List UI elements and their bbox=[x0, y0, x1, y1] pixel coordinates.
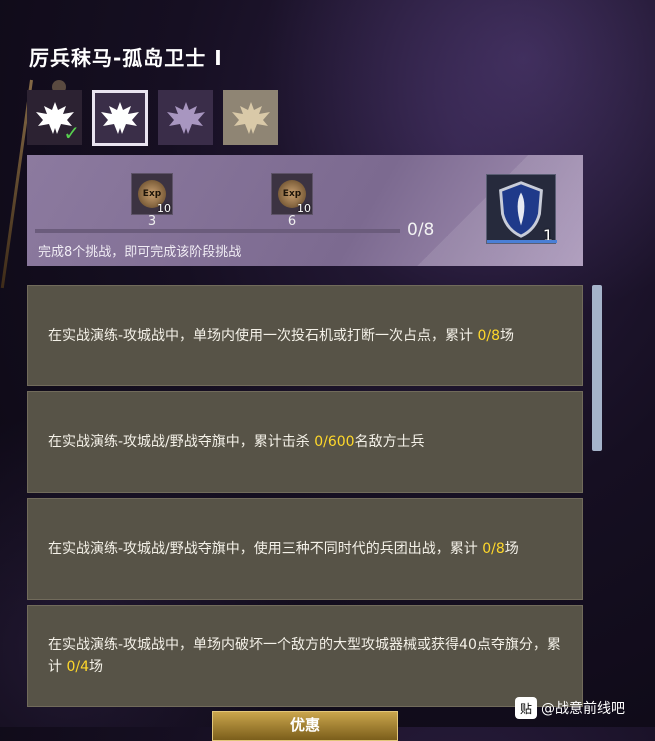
tier-tab-4[interactable] bbox=[223, 90, 278, 145]
bottom-action-button[interactable]: 优惠 bbox=[212, 711, 398, 741]
challenge-text: 在实战演练-攻城战中，单场内使用一次投石机或打断一次占点，累计 0/8场 bbox=[48, 327, 515, 344]
tier-tab-2[interactable] bbox=[92, 90, 148, 146]
list-scrollbar[interactable] bbox=[592, 285, 602, 451]
tier-tab-1[interactable]: ✓ bbox=[27, 90, 82, 145]
tier-tab-3[interactable] bbox=[158, 90, 213, 145]
challenge-text: 在实战演练-攻城战/野战夺旗中，使用三种不同时代的兵团出战，累计 0/8场 bbox=[48, 541, 519, 557]
progress-hint: 完成8个挑战，即可完成该阶段挑战 bbox=[38, 245, 242, 260]
final-reward-slot[interactable]: 1 bbox=[486, 174, 557, 245]
completed-check-icon: ✓ bbox=[63, 121, 80, 145]
progress-track bbox=[35, 229, 400, 233]
tier-selector: ✓ bbox=[27, 90, 278, 146]
eagle-emblem-icon bbox=[231, 101, 270, 134]
challenge-progress: 0/8 bbox=[477, 327, 501, 344]
final-reward-bar bbox=[487, 240, 557, 243]
challenge-list: 在实战演练-攻城战中，单场内使用一次投石机或打断一次占点，累计 0/8场 在实战… bbox=[27, 285, 583, 727]
reward-slot-2[interactable]: Exp 10 bbox=[271, 173, 313, 215]
challenge-card[interactable]: 在实战演练-攻城战中，单场内破坏一个敌方的大型攻城器械或获得40点夺旗分，累计 … bbox=[27, 605, 583, 707]
challenge-text: 在实战演练-攻城战/野战夺旗中，累计击杀 0/600名敌方士兵 bbox=[48, 434, 425, 450]
page-title: 厉兵秣马-孤岛卫士 Ⅰ bbox=[29, 46, 223, 70]
challenge-card[interactable]: 在实战演练-攻城战/野战夺旗中，使用三种不同时代的兵团出战，累计 0/8场 bbox=[27, 498, 583, 600]
challenge-progress: 0/600 bbox=[314, 434, 355, 450]
progress-count: 0/8 bbox=[407, 220, 435, 240]
watermark-text: @战意前线吧 bbox=[541, 701, 625, 717]
tieba-logo-icon: 贴 bbox=[515, 697, 537, 719]
eagle-emblem-icon bbox=[101, 102, 139, 134]
challenge-text: 在实战演练-攻城战中，单场内破坏一个敌方的大型攻城器械或获得40点夺旗分，累计 … bbox=[48, 637, 561, 675]
reward-threshold: 3 bbox=[147, 214, 157, 229]
challenge-card[interactable]: 在实战演练-攻城战中，单场内使用一次投石机或打断一次占点，累计 0/8场 bbox=[27, 285, 583, 386]
challenge-progress: 0/8 bbox=[482, 541, 505, 557]
challenge-card[interactable]: 在实战演练-攻城战/野战夺旗中，累计击杀 0/600名敌方士兵 bbox=[27, 391, 583, 493]
watermark: 贴 @战意前线吧 bbox=[515, 697, 625, 719]
reward-threshold: 6 bbox=[287, 214, 297, 229]
challenge-progress: 0/4 bbox=[66, 659, 89, 675]
reward-slot-1[interactable]: Exp 10 bbox=[131, 173, 173, 215]
eagle-emblem-icon bbox=[166, 101, 205, 134]
